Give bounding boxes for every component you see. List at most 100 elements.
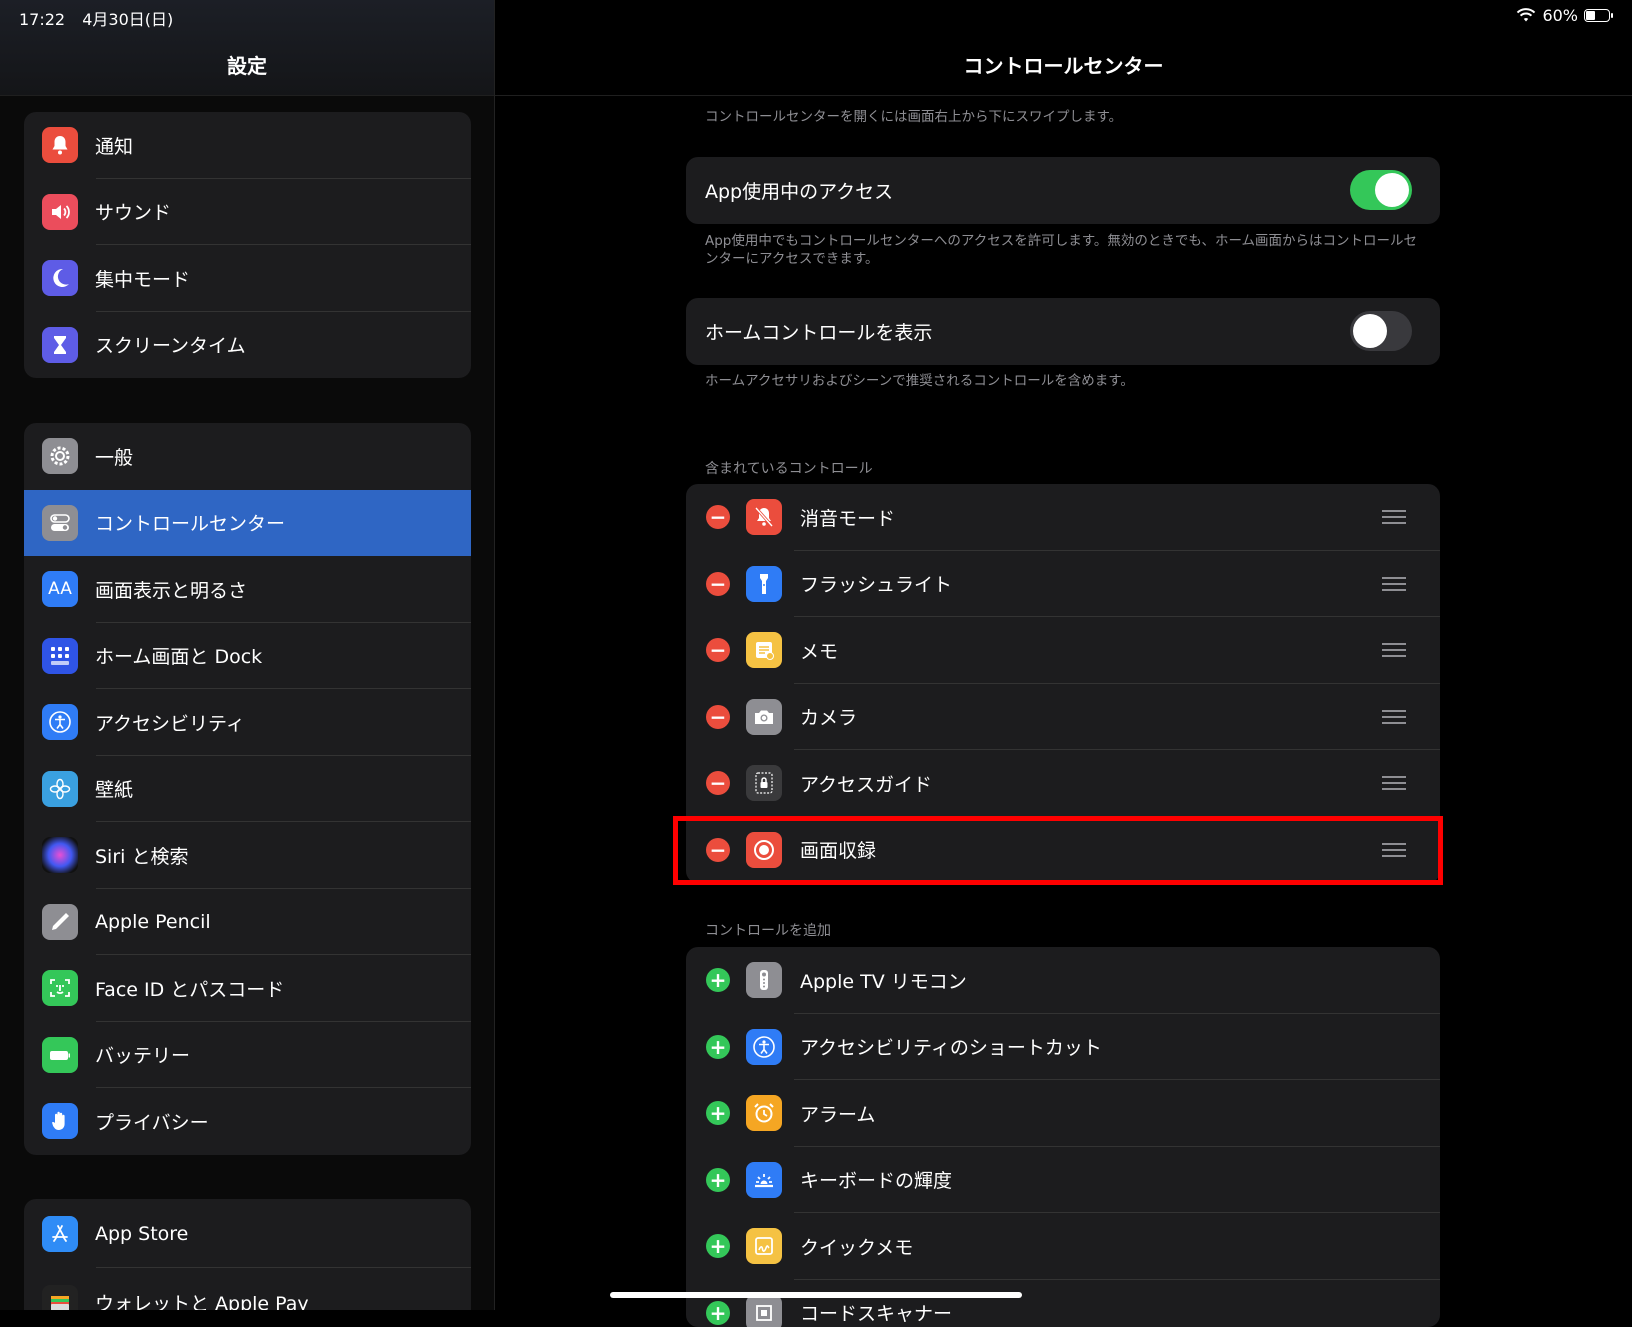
reorder-handle-icon[interactable]: [1382, 509, 1406, 525]
wifi-icon: [1516, 8, 1536, 23]
status-time: 17:22: [19, 10, 65, 29]
face-id-icon: [42, 970, 78, 1006]
home-controls-card: ホームコントロールを表示: [686, 298, 1440, 365]
sidebar-item-privacy[interactable]: プライバシー: [24, 1088, 471, 1155]
control-label: Apple TV リモコン: [800, 967, 967, 994]
status-indicators: 60%: [1516, 6, 1610, 25]
highlight-box: [673, 816, 1443, 885]
add-button[interactable]: +: [706, 1101, 730, 1125]
sidebar-item-face-id[interactable]: Face ID とパスコード: [24, 955, 471, 1022]
keyboard-brightness-icon: [746, 1162, 782, 1198]
control-row-camera: − カメラ: [686, 684, 1440, 751]
code-scanner-icon: [746, 1295, 782, 1327]
control-label: 消音モード: [800, 504, 895, 531]
more-controls-list: + Apple TV リモコン + アクセシビリティのショートカット + アラー…: [686, 947, 1440, 1327]
sidebar-item-accessibility[interactable]: アクセシビリティ: [24, 689, 471, 756]
sidebar-item-label: サウンド: [95, 198, 171, 225]
add-button[interactable]: +: [706, 1035, 730, 1059]
sidebar-item-app-store[interactable]: App Store: [24, 1199, 471, 1268]
app-store-icon: [42, 1216, 78, 1252]
sidebar-item-label: バッテリー: [95, 1041, 190, 1068]
control-row-notes: − メモ: [686, 617, 1440, 684]
moon-icon: [42, 260, 78, 296]
reorder-handle-icon[interactable]: [1382, 709, 1406, 725]
sidebar-item-display[interactable]: AA 画面表示と明るさ: [24, 556, 471, 623]
control-row-keyboard-brightness: + キーボードの輝度: [686, 1147, 1440, 1214]
siri-icon: [42, 837, 78, 873]
sidebar-item-battery[interactable]: バッテリー: [24, 1022, 471, 1089]
battery-icon: [42, 1037, 78, 1073]
control-label: アラーム: [800, 1100, 875, 1127]
sidebar-item-label: 画面表示と明るさ: [95, 576, 247, 603]
more-controls-header: コントロールを追加: [705, 920, 831, 940]
sidebar-item-label: App Store: [95, 1223, 188, 1245]
sidebar-item-label: アクセシビリティ: [95, 709, 245, 736]
bell-slash-icon: [746, 499, 782, 535]
toggle-knob: [1353, 314, 1387, 348]
sidebar-item-sounds[interactable]: サウンド: [24, 179, 471, 246]
control-label: カメラ: [800, 703, 857, 730]
sidebar-item-label: 壁紙: [95, 775, 133, 802]
detail-header: コントロールセンター 60%: [495, 0, 1632, 96]
remove-button[interactable]: −: [706, 505, 730, 529]
sidebar-header: 17:22 4月30日(日) 設定: [0, 0, 494, 96]
control-label: クイックメモ: [800, 1233, 913, 1260]
sidebar-item-home-screen[interactable]: ホーム画面と Dock: [24, 623, 471, 690]
control-row-silent-mode: − 消音モード: [686, 484, 1440, 551]
add-button[interactable]: +: [706, 1234, 730, 1258]
camera-icon: [746, 699, 782, 735]
control-row-apple-tv-remote: + Apple TV リモコン: [686, 947, 1440, 1014]
switches-icon: [42, 505, 78, 541]
sidebar-item-label: Siri と検索: [95, 842, 188, 869]
sidebar-item-screen-time[interactable]: スクリーンタイム: [24, 312, 471, 379]
add-button[interactable]: +: [706, 968, 730, 992]
hand-icon: [42, 1103, 78, 1139]
access-in-apps-label: App使用中のアクセス: [705, 177, 893, 204]
pencil-icon: [42, 904, 78, 940]
sidebar-item-notifications[interactable]: 通知: [24, 112, 471, 179]
reorder-handle-icon[interactable]: [1382, 576, 1406, 592]
quick-note-icon: [746, 1228, 782, 1264]
control-label: コードスキャナー: [800, 1299, 952, 1326]
sidebar-item-control-center[interactable]: コントロールセンター: [24, 490, 471, 557]
reorder-handle-icon[interactable]: [1382, 642, 1406, 658]
reorder-handle-icon[interactable]: [1382, 775, 1406, 791]
sidebar-item-wallpaper[interactable]: 壁紙: [24, 756, 471, 823]
speaker-icon: [42, 194, 78, 230]
remove-button[interactable]: −: [706, 638, 730, 662]
control-label: キーボードの輝度: [800, 1166, 952, 1193]
flower-icon: [42, 771, 78, 807]
sidebar-item-general[interactable]: 一般: [24, 423, 471, 490]
add-button[interactable]: +: [706, 1301, 730, 1325]
control-row-accessibility-shortcut: + アクセシビリティのショートカット: [686, 1014, 1440, 1081]
sidebar-item-label: 一般: [95, 443, 133, 470]
home-controls-label: ホームコントロールを表示: [705, 318, 932, 345]
remote-icon: [746, 962, 782, 998]
sidebar-item-focus[interactable]: 集中モード: [24, 245, 471, 312]
sidebar-item-label: ウォレットと Apple Pay: [95, 1289, 309, 1310]
text-size-icon: AA: [42, 571, 78, 607]
sidebar-item-label: コントロールセンター: [95, 509, 285, 536]
remove-button[interactable]: −: [706, 771, 730, 795]
sidebar-item-label: 集中モード: [95, 265, 190, 292]
sidebar-item-siri[interactable]: Siri と検索: [24, 822, 471, 889]
remove-button[interactable]: −: [706, 705, 730, 729]
add-button[interactable]: +: [706, 1168, 730, 1192]
sidebar-item-wallet[interactable]: ウォレットと Apple Pay: [24, 1268, 471, 1310]
sidebar-item-label: Apple Pencil: [95, 911, 211, 933]
control-row-alarm: + アラーム: [686, 1080, 1440, 1147]
home-controls-toggle[interactable]: [1350, 311, 1412, 351]
sidebar-item-apple-pencil[interactable]: Apple Pencil: [24, 889, 471, 956]
control-label: アクセシビリティのショートカット: [800, 1033, 1102, 1060]
sidebar-group-2: 一般 コントロールセンター AA 画面表示と明るさ ホーム画面と Dock アク…: [24, 423, 471, 1155]
wallet-icon: [42, 1285, 78, 1311]
remove-button[interactable]: −: [706, 572, 730, 596]
control-label: フラッシュライト: [800, 570, 952, 597]
access-in-apps-toggle[interactable]: [1350, 170, 1412, 210]
page-title: コントロールセンター: [495, 50, 1632, 79]
control-row-quick-note: + クイックメモ: [686, 1213, 1440, 1280]
sidebar-item-label: プライバシー: [95, 1108, 209, 1135]
control-label: メモ: [800, 637, 838, 664]
control-row-flashlight: − フラッシュライト: [686, 551, 1440, 618]
home-indicator[interactable]: [610, 1292, 1022, 1298]
